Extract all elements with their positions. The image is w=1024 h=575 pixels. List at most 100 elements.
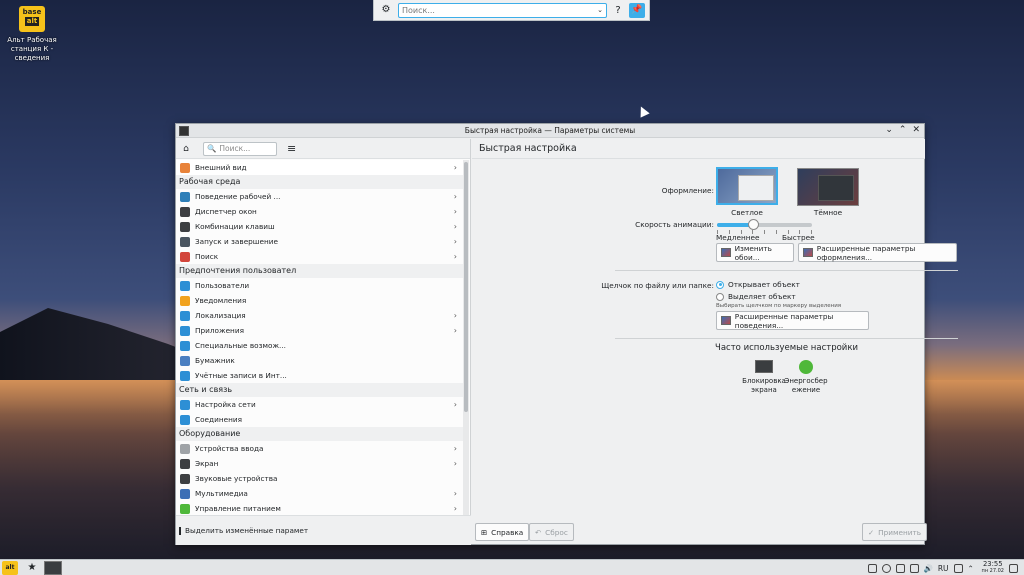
sidebar-item[interactable]: Уведомления (176, 293, 463, 308)
sidebar-item[interactable]: Поведение рабочей ... › (176, 189, 463, 204)
network-icon[interactable] (867, 563, 877, 573)
help-icon: ⊞ (481, 527, 488, 537)
sidebar-item-label: Приложения (195, 326, 244, 335)
behavior-icon (721, 316, 731, 325)
chevron-right-icon: › (453, 459, 457, 468)
volume-icon[interactable]: 🔊 (924, 564, 933, 573)
sidebar-item[interactable]: Специальные возмож... (176, 338, 463, 353)
sidebar-item-icon (180, 414, 190, 425)
frequent-item-power[interactable]: Энергосбер ежение (784, 360, 828, 395)
sidebar-search-input[interactable]: 🔍 Поиск... (203, 141, 277, 156)
desktop-icon-system-info[interactable]: base alt Альт Рабочая станция К - сведен… (4, 6, 60, 63)
sidebar-item-icon (180, 370, 190, 381)
sidebar-item[interactable]: Комбинации клавиш › (176, 219, 463, 234)
sidebar-item[interactable]: Поиск › (176, 249, 463, 264)
sidebar-item[interactable]: Внешний вид › (176, 160, 463, 175)
sidebar-item[interactable]: Экран › (176, 456, 463, 471)
pin-icon[interactable]: 📌 (629, 2, 645, 18)
sidebar-item[interactable]: Диспетчер окон › (176, 204, 463, 219)
search-icon: 🔍 (207, 144, 217, 153)
sidebar-item-label: Устройства ввода (195, 444, 264, 453)
sidebar-item-icon (180, 295, 190, 306)
sidebar-item-icon (180, 399, 190, 410)
change-wallpaper-button[interactable]: Изменить обои... (716, 243, 794, 262)
show-desktop-icon[interactable] (1009, 563, 1018, 573)
update-icon[interactable] (881, 563, 891, 573)
sidebar-item[interactable]: Звуковые устройства (176, 471, 463, 486)
chevron-right-icon: › (453, 489, 457, 498)
sidebar-item-label: Настройка сети (195, 400, 256, 409)
theme-light-preview[interactable] (716, 167, 778, 205)
sidebar-item-label: Комбинации клавиш (195, 222, 275, 231)
theme-dark-preview[interactable] (797, 168, 859, 206)
slider-handle[interactable] (748, 219, 760, 230)
hamburger-menu-icon[interactable]: ≡ (287, 142, 296, 155)
sidebar-item-label: Бумажник (195, 356, 235, 365)
help-button[interactable]: ? (611, 5, 625, 16)
sidebar-item-label: Локализация (195, 311, 246, 320)
maximize-button[interactable]: ⌃ (899, 125, 907, 135)
sidebar-item-icon (180, 191, 190, 202)
home-icon[interactable]: ⌂ (180, 143, 192, 155)
sidebar-item[interactable]: Локализация › (176, 308, 463, 323)
sidebar-item-label: Управление питанием (195, 504, 281, 513)
favorites-star-icon[interactable]: ★ (24, 562, 40, 573)
sidebar-item-icon (180, 458, 190, 469)
close-button[interactable]: ✕ (912, 125, 920, 135)
sidebar-item[interactable]: Приложения › (176, 323, 463, 338)
sidebar-item-label: Экран (195, 459, 219, 468)
devices-icon[interactable] (895, 563, 905, 573)
chevron-right-icon: › (453, 237, 457, 246)
sidebar-item-label: Внешний вид (195, 163, 247, 172)
krunner-search-input[interactable]: Поиск... ⌄ (398, 2, 607, 18)
chevron-down-icon[interactable]: ⌄ (597, 6, 603, 14)
sidebar-item[interactable]: Запуск и завершение › (176, 234, 463, 249)
settings-icon[interactable]: ⚙ (378, 3, 394, 17)
clipboard-icon[interactable] (909, 563, 919, 573)
sidebar-item-icon (180, 206, 190, 217)
advanced-behavior-button[interactable]: Расширенные параметры поведения... (716, 311, 869, 330)
sidebar-item[interactable]: Устройства ввода › (176, 441, 463, 456)
sidebar-item[interactable]: Управление питанием › (176, 501, 463, 515)
window-title: Быстрая настройка — Параметры системы (464, 126, 636, 135)
sidebar-item-icon (180, 221, 190, 232)
divider (615, 270, 958, 271)
taskbar-window-system-settings[interactable] (44, 560, 62, 575)
digital-clock[interactable]: 23:55 пн 27.02 (982, 561, 1004, 575)
frequent-item-lock-screen[interactable]: Блокировка экрана (742, 360, 786, 395)
sidebar-item-label: Поиск (195, 252, 219, 261)
theme-label: Оформление: (661, 186, 714, 195)
radio-open-object[interactable]: Открывает объект (716, 280, 800, 289)
sidebar-item[interactable]: Мультимедиа › (176, 486, 463, 501)
sidebar-category: Предпочтения пользовател (176, 264, 463, 278)
minimize-button[interactable]: ⌄ (885, 125, 893, 135)
reset-button[interactable]: ↶ Сброс (529, 523, 574, 541)
sidebar-item[interactable]: Соединения (176, 412, 463, 427)
chevron-right-icon: › (453, 444, 457, 453)
window-titlebar[interactable]: Быстрая настройка — Параметры системы ⌄ … (176, 124, 924, 138)
sidebar: ⌂ 🔍 Поиск... ≡ Внешний вид › Рабочая среда… (176, 139, 471, 545)
app-launcher-button[interactable]: alt (2, 560, 18, 575)
sidebar-item[interactable]: Бумажник (176, 353, 463, 368)
apply-button[interactable]: ✓ Применить (862, 523, 928, 541)
help-button[interactable]: ⊞ Справка (475, 523, 530, 541)
sidebar-item-icon (180, 473, 190, 484)
radio-select-object[interactable]: Выделяет объект (716, 292, 796, 301)
sidebar-item[interactable]: Учётные записи в Инт... (176, 368, 463, 383)
sidebar-item[interactable]: Настройка сети › (176, 397, 463, 412)
sidebar-scrollbar[interactable] (463, 160, 469, 515)
sidebar-item-icon (180, 251, 190, 262)
keyboard-layout[interactable]: RU (938, 564, 949, 573)
animation-speed-slider[interactable] (717, 219, 812, 230)
radio-button-checked[interactable] (716, 280, 724, 289)
page-title: Быстрая настройка (472, 139, 925, 159)
system-settings-window: Быстрая настройка — Параметры системы ⌄ … (175, 123, 958, 545)
advanced-appearance-button[interactable]: Расширенные параметры оформления... (798, 243, 957, 262)
display-icon[interactable] (953, 563, 963, 573)
highlight-changed-button[interactable]: Выделить изменённые парамет (179, 526, 308, 535)
sidebar-item[interactable]: Пользователи (176, 278, 463, 293)
radio-button[interactable] (716, 292, 724, 301)
arrow-up-icon[interactable]: ⌃ (968, 564, 977, 573)
chevron-right-icon: › (453, 400, 457, 409)
chevron-right-icon: › (453, 311, 457, 320)
